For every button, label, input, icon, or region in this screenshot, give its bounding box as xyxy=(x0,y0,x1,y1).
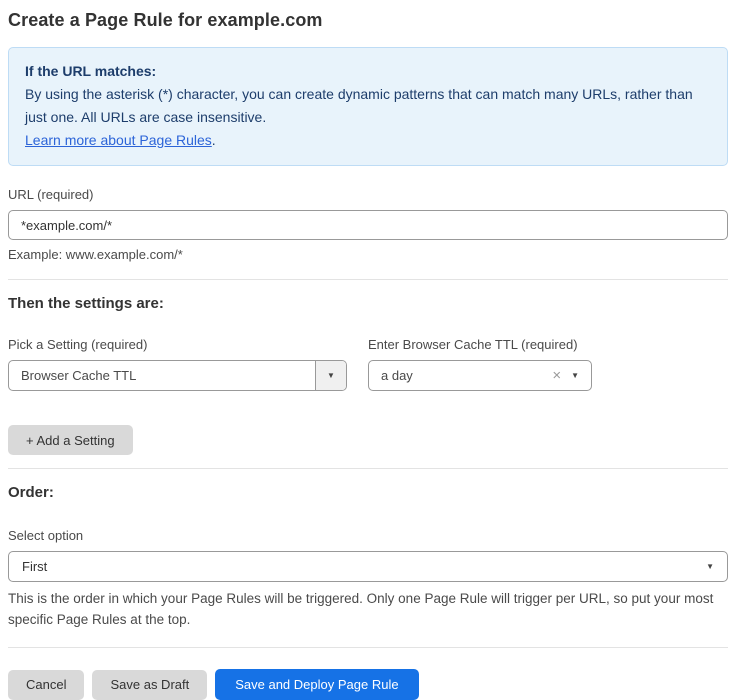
setting-select-value: Browser Cache TTL xyxy=(9,368,315,383)
save-as-draft-button[interactable]: Save as Draft xyxy=(92,670,207,700)
ttl-select-label: Enter Browser Cache TTL (required) xyxy=(368,337,592,352)
setting-select-column: Pick a Setting (required) Browser Cache … xyxy=(8,337,347,391)
page-rule-form: Create a Page Rule for example.com If th… xyxy=(0,0,736,700)
order-select[interactable]: First ▼ xyxy=(8,551,728,582)
settings-row: Pick a Setting (required) Browser Cache … xyxy=(8,337,728,391)
url-input[interactable] xyxy=(8,210,728,240)
actions-divider xyxy=(8,647,728,648)
settings-section-heading: Then the settings are: xyxy=(8,295,728,312)
info-box-link-line: Learn more about Page Rules. xyxy=(25,129,711,152)
setting-select-label: Pick a Setting (required) xyxy=(8,337,347,352)
info-box-body: By using the asterisk (*) character, you… xyxy=(25,83,711,129)
setting-select-arrow-box[interactable]: ▼ xyxy=(315,361,346,390)
chevron-down-icon: ▼ xyxy=(327,372,335,380)
url-field-label: URL (required) xyxy=(8,187,728,202)
chevron-down-icon[interactable]: ▼ xyxy=(571,372,591,380)
page-title: Create a Page Rule for example.com xyxy=(8,10,728,31)
ttl-select-value: a day xyxy=(369,368,552,383)
learn-more-link[interactable]: Learn more about Page Rules xyxy=(25,132,212,148)
order-section-heading: Order: xyxy=(8,484,728,501)
section-divider xyxy=(8,468,728,469)
order-select-value: First xyxy=(22,559,47,574)
actions-row: Cancel Save as Draft Save and Deploy Pag… xyxy=(8,669,728,700)
section-divider xyxy=(8,279,728,280)
url-helper-text: Example: www.example.com/* xyxy=(8,247,728,262)
url-match-info-box: If the URL matches: By using the asteris… xyxy=(8,47,728,166)
add-setting-button[interactable]: + Add a Setting xyxy=(8,425,133,455)
clear-icon[interactable]: × xyxy=(552,368,571,383)
save-and-deploy-button[interactable]: Save and Deploy Page Rule xyxy=(215,669,418,700)
order-helper-text: This is the order in which your Page Rul… xyxy=(8,588,728,630)
ttl-select-column: Enter Browser Cache TTL (required) a day… xyxy=(368,337,592,391)
chevron-down-icon: ▼ xyxy=(706,563,714,571)
link-suffix: . xyxy=(212,132,216,148)
order-select-label: Select option xyxy=(8,528,728,543)
ttl-select[interactable]: a day × ▼ xyxy=(368,360,592,391)
info-box-heading: If the URL matches: xyxy=(25,60,711,83)
setting-select[interactable]: Browser Cache TTL ▼ xyxy=(8,360,347,391)
cancel-button[interactable]: Cancel xyxy=(8,670,84,700)
